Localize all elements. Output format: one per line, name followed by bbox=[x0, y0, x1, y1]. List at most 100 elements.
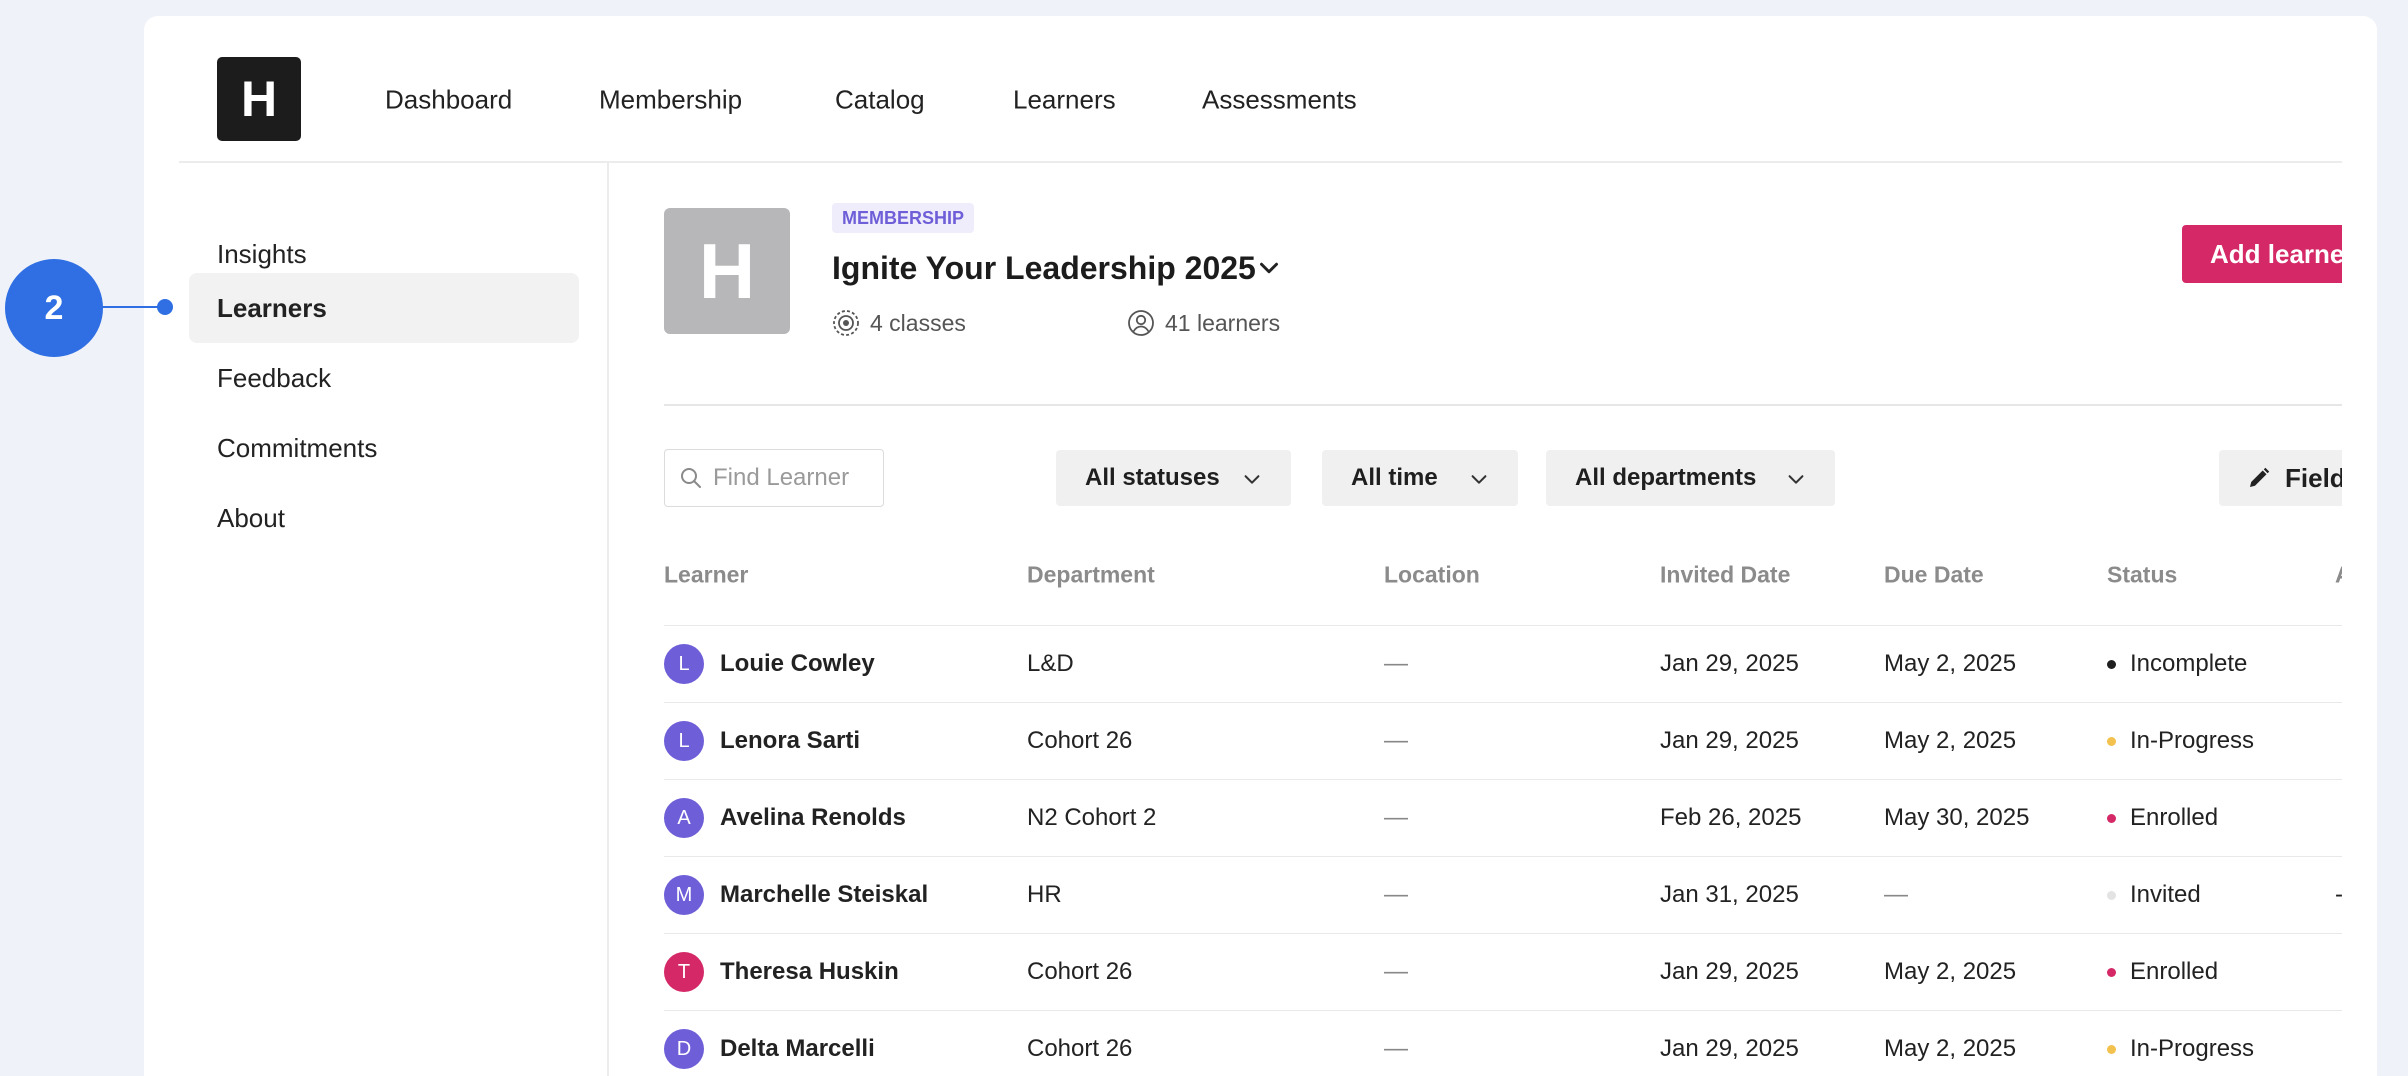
chevron-down-icon bbox=[1244, 475, 1260, 484]
sidebar-item-learners[interactable]: Learners bbox=[189, 273, 579, 343]
nav-dashboard[interactable]: Dashboard bbox=[385, 85, 512, 116]
avatar: D bbox=[664, 1029, 704, 1069]
due-date-cell: May 2, 2025 bbox=[1884, 958, 2017, 985]
status-label: Enrolled bbox=[2130, 958, 2219, 985]
status-filter-label: All statuses bbox=[1085, 464, 1220, 491]
col-status[interactable]: Status bbox=[2107, 562, 2177, 589]
learner-name[interactable]: Delta Marcelli bbox=[720, 1035, 875, 1063]
header-divider bbox=[664, 404, 2342, 406]
avatar: L bbox=[664, 644, 704, 684]
learner-name[interactable]: Theresa Huskin bbox=[720, 958, 899, 986]
annotation-dot bbox=[157, 299, 173, 315]
location-cell: — bbox=[1384, 1035, 1408, 1062]
location-cell: — bbox=[1384, 650, 1408, 677]
main-content: H MEMBERSHIP Ignite Your Leadership 2025… bbox=[609, 163, 2342, 1076]
nav-catalog[interactable]: Catalog bbox=[835, 85, 925, 116]
top-navigation: H Dashboard Membership Catalog Learners … bbox=[144, 16, 2377, 162]
status-cell: In-Progress bbox=[2107, 727, 2254, 755]
learner-name[interactable]: Marchelle Steiskal bbox=[720, 881, 928, 909]
col-location[interactable]: Location bbox=[1384, 562, 1480, 589]
department-cell: HR bbox=[1027, 881, 1062, 908]
membership-badge: MEMBERSHIP bbox=[832, 203, 975, 233]
time-filter[interactable]: All time bbox=[1322, 450, 1518, 506]
col-extra[interactable]: A bbox=[2335, 562, 2342, 589]
extra-cell: - bbox=[2335, 881, 2342, 909]
table-row[interactable]: D Delta Marcelli Cohort 26 — Jan 29, 2025 May… bbox=[664, 1010, 2342, 1076]
invited-date-cell: Jan 29, 2025 bbox=[1660, 727, 1799, 754]
status-dot bbox=[2107, 967, 2116, 977]
pencil-icon bbox=[2250, 467, 2270, 487]
status-dot bbox=[2107, 659, 2116, 669]
fields-label: Fields bbox=[2285, 462, 2342, 493]
sidebar-item-about[interactable]: About bbox=[189, 483, 579, 553]
invited-date-cell: Feb 26, 2025 bbox=[1660, 804, 1802, 831]
invited-date-cell: Jan 31, 2025 bbox=[1660, 881, 1799, 908]
fields-button[interactable]: Fields bbox=[2219, 450, 2342, 506]
add-learner-button[interactable]: Add learner bbox=[2182, 225, 2342, 283]
due-date-cell: May 2, 2025 bbox=[1884, 1035, 2017, 1062]
learner-name[interactable]: Lenora Sarti bbox=[720, 727, 860, 755]
status-cell: Enrolled bbox=[2107, 804, 2218, 832]
logo[interactable]: H bbox=[217, 57, 301, 141]
department-filter-label: All departments bbox=[1575, 464, 1757, 491]
avatar: T bbox=[664, 952, 704, 992]
due-date-cell: — bbox=[1884, 881, 1908, 908]
status-cell: Incomplete bbox=[2107, 650, 2247, 678]
status-dot bbox=[2107, 813, 2116, 823]
time-filter-label: All time bbox=[1351, 464, 1438, 491]
col-learner[interactable]: Learner bbox=[664, 562, 748, 589]
status-label: Invited bbox=[2130, 881, 2201, 908]
department-cell: Cohort 26 bbox=[1027, 958, 1133, 985]
classes-count: 4 classes bbox=[832, 309, 966, 337]
status-dot bbox=[2107, 1044, 2116, 1054]
avatar: L bbox=[664, 721, 704, 761]
col-department[interactable]: Department bbox=[1027, 562, 1155, 589]
membership-title: Ignite Your Leadership 2025 bbox=[832, 250, 1256, 286]
due-date-cell: May 30, 2025 bbox=[1884, 804, 2030, 831]
table-row[interactable]: T Theresa Huskin Cohort 26 — Jan 29, 2025 May… bbox=[664, 933, 2342, 1010]
search-box[interactable] bbox=[664, 449, 884, 507]
invited-date-cell: Jan 29, 2025 bbox=[1660, 650, 1799, 677]
nav-membership[interactable]: Membership bbox=[599, 85, 742, 116]
status-filter[interactable]: All statuses bbox=[1056, 450, 1291, 506]
table-row[interactable]: L Louie Cowley L&D — Jan 29, 2025 May 2, 2025… bbox=[664, 625, 2342, 702]
due-date-cell: May 2, 2025 bbox=[1884, 727, 2017, 754]
status-label: In-Progress bbox=[2130, 1035, 2255, 1062]
learners-text: 41 learners bbox=[1165, 309, 1281, 336]
sidebar-item-commitments[interactable]: Commitments bbox=[189, 413, 579, 483]
col-invited-date[interactable]: Invited Date bbox=[1660, 562, 1790, 589]
chevron-down-icon[interactable] bbox=[1254, 253, 1284, 283]
location-cell: — bbox=[1384, 958, 1408, 985]
invited-date-cell: Jan 29, 2025 bbox=[1660, 1035, 1799, 1062]
search-input[interactable] bbox=[713, 464, 873, 492]
status-cell: Enrolled bbox=[2107, 958, 2218, 986]
location-cell: — bbox=[1384, 804, 1408, 831]
department-filter[interactable]: All departments bbox=[1546, 450, 1835, 506]
avatar: M bbox=[664, 875, 704, 915]
col-due-date[interactable]: Due Date bbox=[1884, 562, 1984, 589]
due-date-cell: May 2, 2025 bbox=[1884, 650, 2017, 677]
invited-date-cell: Jan 29, 2025 bbox=[1660, 958, 1799, 985]
status-label: In-Progress bbox=[2130, 727, 2255, 754]
location-cell: — bbox=[1384, 727, 1408, 754]
department-cell: Cohort 26 bbox=[1027, 727, 1133, 754]
chevron-down-icon bbox=[1471, 475, 1487, 484]
department-cell: L&D bbox=[1027, 650, 1074, 677]
status-dot bbox=[2107, 890, 2116, 900]
learners-count: 41 learners bbox=[1127, 309, 1280, 337]
table-row[interactable]: A Avelina Renolds N2 Cohort 2 — Feb 26, 2025… bbox=[664, 779, 2342, 856]
nav-learners[interactable]: Learners bbox=[1013, 85, 1116, 116]
table-row[interactable]: M Marchelle Steiskal HR — Jan 31, 2025 — Invit… bbox=[664, 856, 2342, 933]
learner-name[interactable]: Avelina Renolds bbox=[720, 804, 906, 832]
status-cell: In-Progress bbox=[2107, 1035, 2254, 1063]
target-icon bbox=[833, 310, 859, 336]
annotation-marker: 2 bbox=[5, 259, 103, 357]
sidebar-item-feedback[interactable]: Feedback bbox=[189, 343, 579, 413]
table-row[interactable]: L Lenora Sarti Cohort 26 — Jan 29, 2025 May 2… bbox=[664, 702, 2342, 779]
avatar: A bbox=[664, 798, 704, 838]
nav-assessments[interactable]: Assessments bbox=[1202, 85, 1357, 116]
learner-name[interactable]: Louie Cowley bbox=[720, 650, 875, 678]
search-icon bbox=[681, 468, 701, 488]
status-dot bbox=[2107, 736, 2116, 746]
chevron-down-icon bbox=[1788, 475, 1804, 484]
